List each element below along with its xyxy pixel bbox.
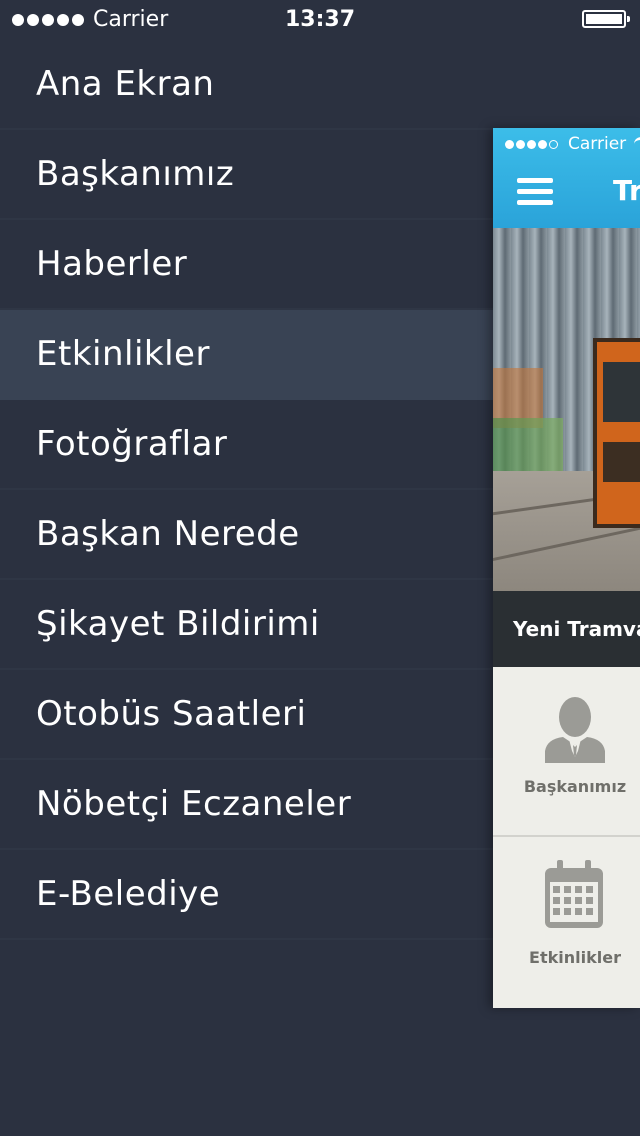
main-content-panel[interactable]: Carrier Tra Yeni Tramva Başkanımız [493,128,640,1008]
tile-label: Etkinlikler [529,948,621,967]
menu-item-ana-ekran[interactable]: Ana Ekran [0,40,640,130]
menu-item-label: Haberler [36,244,188,284]
hero-caption-text: Yeni Tramva [513,617,640,641]
signal-dot [505,139,514,149]
menu-item-label: Otobüs Saatleri [36,694,307,734]
carrier-label: Carrier [568,134,627,154]
header-title: Tra [613,174,640,207]
tram-illustration [593,338,640,528]
tile-baskanimiz[interactable]: Başkanımız [493,667,640,837]
calendar-icon [545,860,603,928]
menu-item-label: Etkinlikler [36,334,210,374]
signal-dot [516,139,525,149]
wifi-icon [634,137,640,151]
menu-toggle-icon[interactable] [517,178,553,206]
tile-etkinlikler[interactable]: Etkinlikler [493,838,640,1008]
status-bar: Carrier 13:37 [0,0,640,40]
signal-dot [538,139,547,149]
menu-item-label: Başkan Nerede [36,514,300,554]
embedded-status-bar: Carrier [505,134,640,154]
menu-item-label: E-Belediye [36,874,221,914]
hero-caption[interactable]: Yeni Tramva [493,591,640,667]
signal-dot [527,139,536,149]
battery-icon [582,10,630,28]
person-icon [545,697,605,763]
tile-label: Başkanımız [523,777,627,796]
menu-item-label: Nöbetçi Eczaneler [36,784,352,824]
menu-item-label: Şikayet Bildirimi [36,604,320,644]
menu-item-label: Ana Ekran [36,64,215,104]
signal-dot [549,139,558,149]
menu-item-label: Başkanımız [36,154,235,194]
hero-image[interactable] [493,228,640,591]
status-time: 13:37 [284,7,356,32]
main-header: Carrier Tra [493,128,640,228]
menu-item-label: Fotoğraflar [36,424,228,464]
tram-blur [493,418,563,478]
